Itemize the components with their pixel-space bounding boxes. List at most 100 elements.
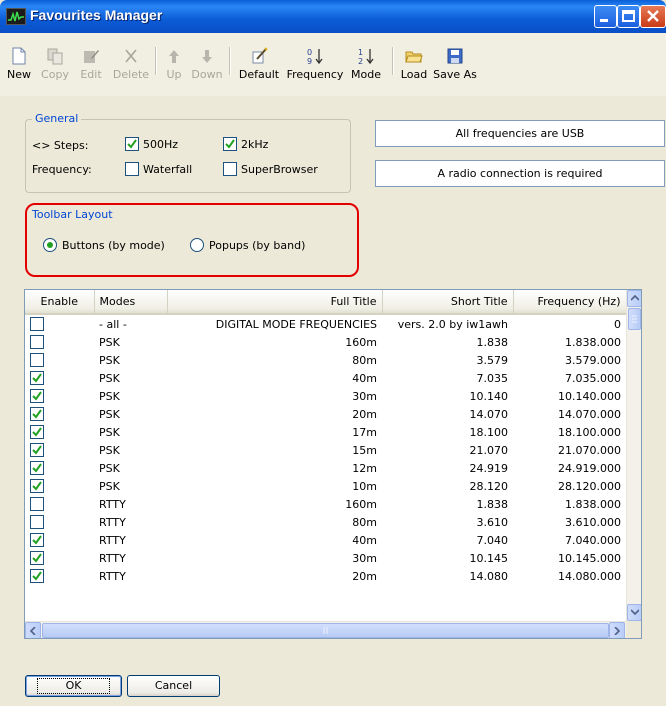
copy-button[interactable]: Copy: [38, 47, 72, 81]
step-2khz-checkbox[interactable]: [223, 137, 237, 151]
cell-frequency: 24.919.000: [558, 461, 621, 475]
cell-enable: [25, 369, 94, 387]
svg-text:2: 2: [358, 57, 363, 65]
table-row[interactable]: PSK 20m 14.070 14.070.000: [25, 405, 626, 423]
favourites-list[interactable]: Enable Modes Full Title Short Title Freq…: [24, 289, 642, 639]
frequency-label: Frequency:: [32, 163, 92, 176]
cell-enable: [25, 459, 94, 477]
enable-checkbox[interactable]: [30, 569, 44, 583]
enable-checkbox[interactable]: [30, 371, 44, 385]
enable-checkbox[interactable]: [30, 461, 44, 475]
cell-full-title: 40m: [352, 371, 377, 385]
close-button[interactable]: [640, 5, 666, 28]
enable-checkbox[interactable]: [30, 335, 44, 349]
horizontal-scrollbar[interactable]: [25, 621, 626, 638]
cell-mode: - all -: [99, 317, 127, 331]
column-header-short-title[interactable]: Short Title: [382, 290, 514, 315]
popups-by-band-radio[interactable]: [190, 238, 204, 252]
cell-frequency: 10.140.000: [558, 389, 621, 403]
cell-mode: RTTY: [99, 569, 126, 583]
delete-button[interactable]: Delete: [111, 47, 151, 81]
cell-mode: RTTY: [99, 533, 126, 547]
enable-checkbox[interactable]: [30, 425, 44, 439]
table-row[interactable]: RTTY 160m 1.838 1.838.000: [25, 495, 626, 513]
cell-full-title: 40m: [352, 533, 377, 547]
maximize-button[interactable]: [617, 5, 640, 28]
ok-button[interactable]: OK: [25, 675, 122, 697]
enable-checkbox[interactable]: [30, 515, 44, 529]
horizontal-scroll-thumb[interactable]: [42, 623, 609, 638]
step-500hz-checkbox[interactable]: [125, 137, 139, 151]
waterfall-label: Waterfall: [143, 163, 193, 176]
cell-enable: [25, 405, 94, 423]
buttons-by-mode-radio[interactable]: [43, 238, 57, 252]
enable-checkbox[interactable]: [30, 497, 44, 511]
vertical-scrollbar[interactable]: [626, 290, 641, 621]
cell-mode: PSK: [99, 353, 120, 367]
table-row[interactable]: PSK 10m 28.120 28.120.000: [25, 477, 626, 495]
scroll-left-button[interactable]: [25, 622, 41, 638]
vertical-scroll-thumb[interactable]: [628, 308, 641, 330]
cell-frequency: 14.070.000: [558, 407, 621, 421]
cell-short-title: vers. 2.0 by iw1awh: [397, 317, 508, 331]
cell-full-title: DIGITAL MODE FREQUENCIES: [215, 317, 377, 331]
sort-by-frequency-button[interactable]: 09 Frequency: [285, 47, 345, 81]
new-file-icon: [6, 47, 32, 65]
load-button[interactable]: Load: [400, 47, 428, 81]
cell-short-title: 24.919: [469, 461, 509, 475]
table-row[interactable]: PSK 160m 1.838 1.838.000: [25, 333, 626, 351]
table-row[interactable]: PSK 30m 10.140 10.140.000: [25, 387, 626, 405]
arrow-down-icon: [189, 47, 225, 65]
table-row[interactable]: PSK 12m 24.919 24.919.000: [25, 459, 626, 477]
new-button[interactable]: New: [6, 47, 32, 81]
enable-checkbox[interactable]: [30, 317, 44, 331]
table-row[interactable]: RTTY 80m 3.610 3.610.000: [25, 513, 626, 531]
enable-checkbox[interactable]: [30, 443, 44, 457]
save-as-button[interactable]: Save As: [433, 47, 477, 81]
column-header-frequency[interactable]: Frequency (Hz): [513, 290, 627, 315]
edit-button[interactable]: Edit: [78, 47, 104, 81]
enable-checkbox[interactable]: [30, 479, 44, 493]
scroll-right-button[interactable]: [609, 622, 625, 638]
cell-frequency: 3.610.000: [565, 515, 621, 529]
cell-mode: PSK: [99, 371, 120, 385]
up-button[interactable]: Up: [164, 47, 184, 81]
scroll-down-button[interactable]: [627, 604, 641, 621]
app-waveform-icon: [6, 8, 26, 25]
down-button[interactable]: Down: [189, 47, 225, 81]
table-row[interactable]: PSK 40m 7.035 7.035.000: [25, 369, 626, 387]
table-row[interactable]: - all - DIGITAL MODE FREQUENCIES vers. 2.0…: [25, 314, 626, 333]
cell-full-title: 160m: [345, 335, 377, 349]
table-row[interactable]: PSK 15m 21.070 21.070.000: [25, 441, 626, 459]
enable-checkbox[interactable]: [30, 407, 44, 421]
cell-enable: [25, 531, 94, 549]
enable-checkbox[interactable]: [30, 551, 44, 565]
column-header-enable[interactable]: Enable: [25, 290, 95, 315]
buttons-by-mode-label: Buttons (by mode): [62, 239, 165, 252]
column-header-modes[interactable]: Modes: [94, 290, 168, 315]
default-button[interactable]: Default: [236, 47, 282, 81]
sort-by-mode-button[interactable]: 12 Mode: [346, 47, 386, 81]
general-group: General <> Steps: 500Hz 2kHz Frequency: …: [25, 112, 351, 193]
enable-checkbox[interactable]: [30, 389, 44, 403]
column-header-full-title[interactable]: Full Title: [167, 290, 383, 315]
toolbar-layout-group: Toolbar Layout Buttons (by mode) Popups …: [32, 208, 350, 265]
table-row[interactable]: PSK 17m 18.100 18.100.000: [25, 423, 626, 441]
waterfall-checkbox[interactable]: [125, 162, 139, 176]
enable-checkbox[interactable]: [30, 533, 44, 547]
superbrowser-checkbox[interactable]: [223, 162, 237, 176]
cell-mode: PSK: [99, 443, 120, 457]
cell-short-title: 28.120: [469, 479, 509, 493]
enable-checkbox[interactable]: [30, 353, 44, 367]
table-row[interactable]: PSK 80m 3.579 3.579.000: [25, 351, 626, 369]
cell-enable: [25, 441, 94, 459]
scroll-up-button[interactable]: [627, 290, 641, 307]
cell-short-title: 3.579: [476, 353, 509, 367]
cancel-button[interactable]: Cancel: [127, 675, 220, 697]
minimize-button[interactable]: [594, 5, 617, 28]
table-row[interactable]: RTTY 40m 7.040 7.040.000: [25, 531, 626, 549]
cell-short-title: 14.080: [469, 569, 509, 583]
table-row[interactable]: RTTY 20m 14.080 14.080.000: [25, 567, 626, 585]
title-bar[interactable]: Favourites Manager: [0, 0, 666, 33]
table-row[interactable]: RTTY 30m 10.145 10.145.000: [25, 549, 626, 567]
